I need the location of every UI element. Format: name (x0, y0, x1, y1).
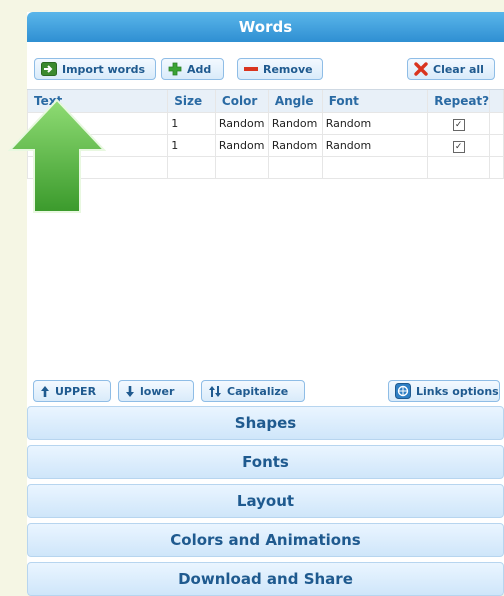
fonts-label: Fonts (242, 453, 289, 471)
upper-button[interactable]: UPPER (33, 380, 111, 402)
green-up-arrow-icon (7, 98, 107, 220)
add-label: Add (187, 62, 212, 76)
up-arrow-icon (40, 385, 50, 398)
add-button[interactable]: Add (161, 58, 224, 80)
cell-size[interactable] (167, 156, 216, 179)
words-section-header[interactable]: Words (27, 12, 504, 42)
import-icon (41, 62, 57, 76)
clear-x-icon (414, 62, 428, 76)
remove-label: Remove (263, 62, 313, 76)
import-words-button[interactable]: Import words (34, 58, 156, 80)
cell-filler (489, 112, 504, 135)
cell-font[interactable]: Random (321, 112, 429, 135)
repeat-checkbox[interactable]: ✓ (452, 140, 465, 153)
cell-font[interactable] (321, 156, 429, 179)
capitalize-button[interactable]: Capitalize (201, 380, 305, 402)
cell-size[interactable]: 1 (167, 112, 216, 135)
lower-button[interactable]: lower (118, 380, 194, 402)
cell-angle[interactable] (267, 156, 323, 179)
column-header-filler (489, 90, 504, 113)
cell-font[interactable]: Random (321, 134, 429, 157)
capitalize-label: Capitalize (227, 384, 289, 398)
cell-repeat[interactable]: ✓ (427, 134, 491, 157)
left-margin (0, 0, 22, 594)
updown-arrow-icon (208, 385, 222, 398)
minus-icon (244, 65, 258, 73)
cell-filler (489, 156, 504, 179)
down-arrow-icon (125, 385, 135, 398)
cell-color[interactable] (214, 156, 269, 179)
column-header-color[interactable]: Color (214, 90, 269, 113)
case-toolbar: UPPER lower Capitalize Links options (27, 377, 504, 405)
shapes-section-header[interactable]: Shapes (27, 406, 504, 440)
lower-label: lower (140, 384, 175, 398)
cell-filler (489, 134, 504, 157)
cell-angle[interactable]: Random (267, 134, 323, 157)
repeat-checkbox[interactable]: ✓ (452, 118, 465, 131)
upper-label: UPPER (55, 384, 97, 398)
links-icon (395, 383, 411, 399)
cell-repeat[interactable]: ✓ (427, 112, 491, 135)
column-header-angle[interactable]: Angle (267, 90, 323, 113)
shapes-label: Shapes (234, 414, 297, 432)
plus-icon (168, 62, 182, 76)
remove-button[interactable]: Remove (237, 58, 323, 80)
links-options-label: Links options (416, 384, 499, 398)
column-header-font[interactable]: Font (321, 90, 429, 113)
links-options-button[interactable]: Links options (388, 380, 500, 402)
clear-all-label: Clear all (433, 62, 484, 76)
download-share-label: Download and Share (178, 570, 353, 588)
cell-angle[interactable]: Random (267, 112, 323, 135)
clear-all-button[interactable]: Clear all (407, 58, 495, 80)
layout-section-header[interactable]: Layout (27, 484, 504, 518)
words-title: Words (238, 18, 293, 36)
import-words-label: Import words (62, 62, 146, 76)
column-header-size[interactable]: Size (167, 90, 216, 113)
colors-animations-label: Colors and Animations (170, 531, 361, 549)
cell-color[interactable]: Random (214, 112, 269, 135)
download-share-section-header[interactable]: Download and Share (27, 562, 504, 596)
column-header-repeat[interactable]: Repeat? (427, 90, 491, 113)
cell-size[interactable]: 1 (167, 134, 216, 157)
colors-animations-section-header[interactable]: Colors and Animations (27, 523, 504, 557)
cell-color[interactable]: Random (214, 134, 269, 157)
fonts-section-header[interactable]: Fonts (27, 445, 504, 479)
cell-repeat[interactable] (427, 156, 491, 179)
layout-label: Layout (236, 492, 295, 510)
